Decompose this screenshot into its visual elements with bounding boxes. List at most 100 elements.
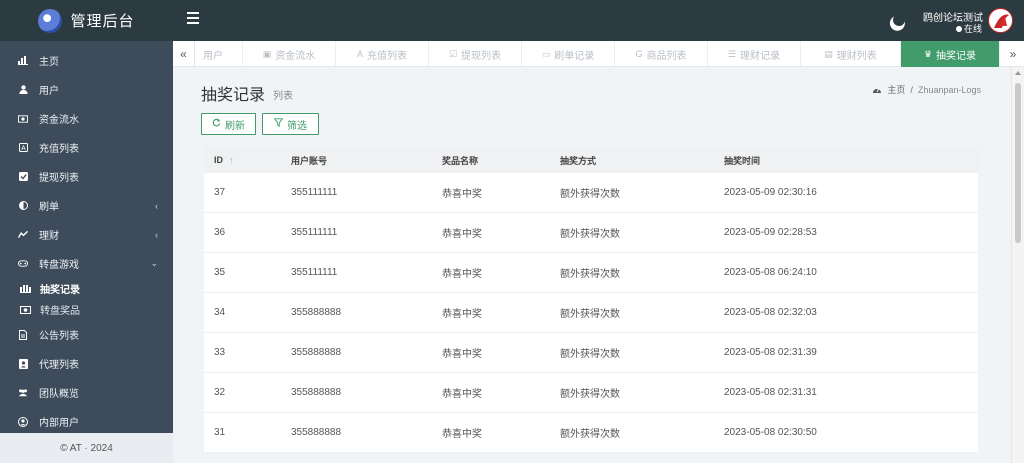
cell-time: 2023-05-08 06:24:10 — [724, 267, 817, 278]
table-row[interactable]: 32 355888888 恭喜中奖 额外获得次数 2023-05-08 02:3… — [204, 373, 978, 413]
cell-prize: 恭喜中奖 — [442, 189, 482, 200]
file-icon — [18, 329, 28, 340]
user-badge-icon — [18, 358, 28, 369]
lottery-icon — [20, 284, 31, 293]
table-row[interactable]: 35 355111111 恭喜中奖 额外获得次数 2023-05-08 06:2… — [204, 253, 978, 293]
tab-withdraw[interactable]: ☑ 提现列表 — [429, 41, 522, 67]
tab-finance-list[interactable]: ▤ 理财列表 — [801, 41, 901, 67]
cell-account: 355111111 — [291, 267, 338, 278]
breadcrumb-separator: / — [910, 84, 913, 95]
table-row[interactable]: 36 355111111 恭喜中奖 额外获得次数 2023-05-09 02:2… — [204, 213, 978, 253]
cell-id: 37 — [214, 187, 226, 198]
cell-account: 355888888 — [291, 347, 342, 358]
sidebar-item-label: 用户 — [39, 86, 59, 97]
cell-prize: 恭喜中奖 — [442, 229, 482, 240]
sidebar-subitem-lottery-logs[interactable]: 抽奖记录 — [0, 278, 173, 299]
cell-time: 2023-05-09 02:28:53 — [724, 227, 817, 238]
sidebar-item-agents[interactable]: 代理列表 — [0, 349, 173, 378]
table-row[interactable]: 31 355888888 恭喜中奖 额外获得次数 2023-05-08 02:3… — [204, 413, 978, 453]
cell-time: 2023-05-08 02:30:50 — [724, 427, 817, 438]
sidebar-item-withdraw[interactable]: 提现列表 — [0, 162, 173, 191]
refresh-label: 刷新 — [225, 120, 245, 132]
refresh-button[interactable]: 刷新 — [201, 113, 256, 135]
check-square-icon: ☑ — [448, 48, 458, 59]
sidebar-item-notices[interactable]: 公告列表 — [0, 320, 173, 349]
sidebar: 管理后台 主页 用户 资金流水 A 充值列表 提现列表 刷单 ‹ 理财 ‹ 转盘… — [0, 0, 173, 463]
sidebar-item-users[interactable]: 用户 — [0, 75, 173, 104]
sidebar-item-internal-users[interactable]: 内部用户 — [0, 407, 173, 436]
logo[interactable]: 管理后台 — [0, 0, 173, 41]
topbar: 鸥创论坛测试 在线 — [173, 0, 1024, 41]
cell-method: 额外获得次数 — [560, 189, 620, 200]
table-header: ID ↑ 用户账号 奖品名称 抽奖方式 抽奖时间 — [204, 147, 981, 173]
table-row[interactable]: 34 355888888 恭喜中奖 额外获得次数 2023-05-08 02:3… — [204, 293, 978, 333]
dashboard-icon — [872, 85, 882, 95]
sidebar-item-label: 公告列表 — [39, 331, 79, 342]
tabs-scroll-right-icon[interactable]: » — [1002, 41, 1024, 67]
sidebar-item-wheel-game[interactable]: 转盘游戏 ⌄ — [0, 249, 173, 278]
cell-time: 2023-05-08 02:31:39 — [724, 347, 817, 358]
tab-label: 理财记录 — [740, 50, 781, 62]
tab-label: 商品列表 — [646, 50, 687, 62]
scrollbar-thumb[interactable] — [1015, 83, 1021, 243]
page-subtitle: 列表 — [273, 91, 293, 102]
cell-time: 2023-05-08 02:31:31 — [724, 387, 817, 398]
breadcrumb-home[interactable]: 主页 — [887, 83, 905, 96]
sidebar-item-label: 充值列表 — [39, 144, 79, 155]
cell-prize: 恭喜中奖 — [442, 349, 482, 360]
sidebar-item-finance[interactable]: 理财 ‹ — [0, 220, 173, 249]
tab-users[interactable]: 用户 — [195, 41, 243, 67]
sidebar-item-label: 资金流水 — [39, 115, 79, 126]
gamepad-icon — [18, 259, 28, 269]
moon-icon[interactable] — [891, 12, 907, 28]
sidebar-item-brush[interactable]: 刷单 ‹ — [0, 191, 173, 220]
tab-funds[interactable]: ▣ 资金流水 — [243, 41, 336, 67]
page-scrollbar[interactable] — [1011, 67, 1024, 463]
tab-label: 充值列表 — [367, 50, 407, 62]
tab-products[interactable]: G 商品列表 — [615, 41, 708, 67]
sidebar-subitem-label: 抽奖记录 — [40, 285, 80, 296]
breadcrumb-current: Zhuanpan-Logs — [917, 84, 981, 95]
refresh-icon — [212, 118, 221, 130]
cell-method: 额外获得次数 — [560, 309, 620, 320]
check-square-icon — [18, 172, 28, 182]
cell-method: 额外获得次数 — [560, 389, 620, 400]
tab-finance-logs[interactable]: ☰ 理财记录 — [708, 41, 801, 67]
filter-button[interactable]: 筛选 — [262, 113, 319, 135]
list-alt-icon: ▤ — [824, 48, 833, 59]
cell-id: 32 — [214, 387, 226, 398]
money-icon: ▣ — [262, 48, 272, 59]
breadcrumb: 主页 / Zhuanpan-Logs — [872, 83, 981, 96]
column-header-id[interactable]: ID ↑ — [214, 147, 234, 173]
svg-text:A: A — [21, 144, 26, 152]
cell-account: 355888888 — [291, 387, 342, 398]
table-row[interactable]: 37 355111111 恭喜中奖 额外获得次数 2023-05-09 02:3… — [204, 173, 978, 213]
sidebar-subitem-wheel-prizes[interactable]: 转盘奖品 — [0, 299, 173, 320]
money-icon — [20, 305, 31, 314]
sidebar-footer: © AT · 2024 — [0, 433, 173, 463]
tab-recharge[interactable]: A 充值列表 — [336, 41, 429, 67]
table-row[interactable]: 33 355888888 恭喜中奖 额外获得次数 2023-05-08 02:3… — [204, 333, 978, 373]
bar-chart-icon — [18, 56, 28, 66]
tab-brush-logs[interactable]: ▭ 刷单记录 — [522, 41, 615, 67]
user-icon — [18, 85, 28, 95]
lottery-icon: ♛ — [923, 48, 933, 59]
tabs-scroll-left-icon[interactable]: « — [173, 41, 195, 67]
user-circle-icon — [18, 416, 28, 427]
menu-toggle-icon[interactable] — [187, 12, 199, 24]
tab-label: 用户 — [203, 50, 223, 62]
tab-lottery-logs[interactable]: ♛ 抽奖记录 — [901, 41, 1000, 67]
tab-label: 资金流水 — [275, 50, 316, 62]
cell-method: 额外获得次数 — [560, 429, 620, 440]
cell-time: 2023-05-08 02:32:03 — [724, 307, 817, 318]
chart-icon — [18, 230, 28, 240]
sidebar-item-home[interactable]: 主页 — [0, 46, 173, 75]
avatar[interactable] — [988, 8, 1013, 33]
scroll-up-icon[interactable] — [1015, 71, 1021, 75]
sidebar-item-funds[interactable]: 资金流水 — [0, 104, 173, 133]
sidebar-item-label: 提现列表 — [39, 173, 79, 184]
column-header-time: 抽奖时间 — [724, 155, 761, 166]
sidebar-item-team[interactable]: 团队概览 — [0, 378, 173, 407]
font-icon: A — [18, 143, 28, 153]
sidebar-item-recharge[interactable]: A 充值列表 — [0, 133, 173, 162]
